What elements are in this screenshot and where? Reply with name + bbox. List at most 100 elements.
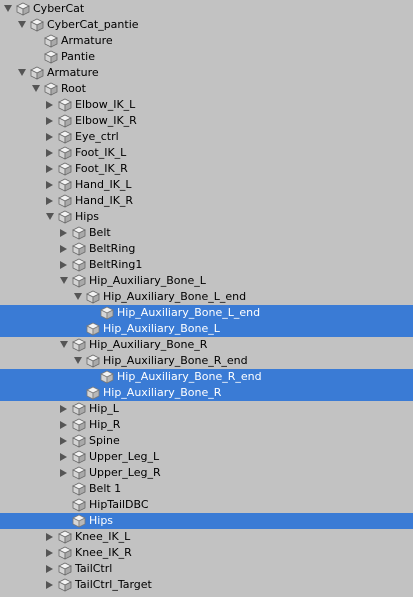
- chevron-down-icon[interactable]: [4, 5, 12, 12]
- chevron-right-icon[interactable]: [60, 469, 67, 477]
- tree-row[interactable]: TailCtrl: [0, 561, 413, 577]
- chevron-right-icon[interactable]: [46, 549, 53, 557]
- chevron-down-icon[interactable]: [60, 341, 68, 348]
- chevron-right-icon[interactable]: [60, 453, 67, 461]
- tree-row[interactable]: Belt 1: [0, 481, 413, 497]
- tree-row[interactable]: Hip_Auxiliary_Bone_L_end: [0, 289, 413, 305]
- tree-row[interactable]: Knee_IK_R: [0, 545, 413, 561]
- chevron-right-icon[interactable]: [46, 565, 53, 573]
- cube-icon: [44, 50, 58, 64]
- cube-icon: [100, 370, 114, 384]
- tree-row-label: BeltRing: [89, 242, 136, 255]
- chevron-right-icon[interactable]: [46, 149, 53, 157]
- chevron-right-icon[interactable]: [46, 101, 53, 109]
- cube-icon: [58, 146, 72, 160]
- cube-icon: [72, 466, 86, 480]
- chevron-down-icon[interactable]: [46, 213, 54, 220]
- tree-row[interactable]: TailCtrl_Target: [0, 577, 413, 593]
- tree-row[interactable]: Hip_Auxiliary_Bone_R_end: [0, 369, 413, 385]
- tree-row[interactable]: Hip_Auxiliary_Bone_R: [0, 385, 413, 401]
- chevron-down-icon[interactable]: [18, 21, 26, 28]
- chevron-right-icon[interactable]: [60, 405, 67, 413]
- tree-row[interactable]: Foot_IK_R: [0, 161, 413, 177]
- tree-row-label: Upper_Leg_L: [89, 450, 160, 463]
- tree-row[interactable]: Hips: [0, 513, 413, 529]
- tree-row-label: TailCtrl: [75, 562, 113, 575]
- tree-row[interactable]: Root: [0, 81, 413, 97]
- chevron-down-icon[interactable]: [74, 293, 82, 300]
- cube-icon: [72, 242, 86, 256]
- tree-row[interactable]: Eye_ctrl: [0, 129, 413, 145]
- tree-row[interactable]: BeltRing: [0, 241, 413, 257]
- tree-row[interactable]: Armature: [0, 33, 413, 49]
- tree-row-label: Hip_Auxiliary_Bone_L_end: [117, 306, 261, 319]
- tree-row[interactable]: Upper_Leg_L: [0, 449, 413, 465]
- chevron-right-icon[interactable]: [60, 229, 67, 237]
- chevron-right-icon[interactable]: [60, 245, 67, 253]
- chevron-down-icon[interactable]: [74, 357, 82, 364]
- tree-row-label: Elbow_IK_L: [75, 98, 136, 111]
- cube-icon: [72, 226, 86, 240]
- tree-row[interactable]: Hip_Auxiliary_Bone_L: [0, 273, 413, 289]
- cube-icon: [58, 98, 72, 112]
- tree-row[interactable]: Elbow_IK_L: [0, 97, 413, 113]
- cube-icon: [86, 354, 100, 368]
- chevron-right-icon[interactable]: [60, 261, 67, 269]
- cube-icon: [30, 18, 44, 32]
- tree-row[interactable]: Hip_R: [0, 417, 413, 433]
- tree-row[interactable]: Pantie: [0, 49, 413, 65]
- tree-row[interactable]: Armature: [0, 65, 413, 81]
- tree-row-label: Armature: [47, 66, 99, 79]
- tree-row-label: Eye_ctrl: [75, 130, 119, 143]
- tree-row[interactable]: CyberCat: [0, 1, 413, 17]
- chevron-right-icon[interactable]: [46, 181, 53, 189]
- chevron-right-icon[interactable]: [46, 133, 53, 141]
- tree-row-label: Belt: [89, 226, 111, 239]
- tree-row[interactable]: Hip_Auxiliary_Bone_R_end: [0, 353, 413, 369]
- chevron-down-icon[interactable]: [60, 277, 68, 284]
- tree-row[interactable]: Upper_Leg_R: [0, 465, 413, 481]
- tree-row[interactable]: Hand_IK_R: [0, 193, 413, 209]
- tree-row[interactable]: Hip_Auxiliary_Bone_L_end: [0, 305, 413, 321]
- tree-row[interactable]: Hip_Auxiliary_Bone_L: [0, 321, 413, 337]
- tree-row[interactable]: Spine: [0, 433, 413, 449]
- chevron-down-icon[interactable]: [18, 69, 26, 76]
- cube-icon: [72, 258, 86, 272]
- tree-row-label: Belt 1: [89, 482, 122, 495]
- cube-icon: [58, 114, 72, 128]
- cube-icon: [58, 162, 72, 176]
- tree-row-label: Foot_IK_L: [75, 146, 127, 159]
- tree-row[interactable]: HipTailDBC: [0, 497, 413, 513]
- tree-row[interactable]: Hip_Auxiliary_Bone_R: [0, 337, 413, 353]
- tree-row-label: Hip_Auxiliary_Bone_L: [103, 322, 220, 335]
- tree-row-label: Knee_IK_R: [75, 546, 132, 559]
- cube-icon: [86, 322, 100, 336]
- tree-row-label: Upper_Leg_R: [89, 466, 161, 479]
- cube-icon: [44, 82, 58, 96]
- chevron-right-icon[interactable]: [60, 437, 67, 445]
- chevron-right-icon[interactable]: [46, 117, 53, 125]
- tree-row[interactable]: Hips: [0, 209, 413, 225]
- chevron-right-icon[interactable]: [46, 533, 53, 541]
- tree-row-label: Pantie: [61, 50, 95, 63]
- tree-row[interactable]: BeltRing1: [0, 257, 413, 273]
- tree-row[interactable]: Belt: [0, 225, 413, 241]
- tree-row[interactable]: Elbow_IK_R: [0, 113, 413, 129]
- tree-row[interactable]: Hip_L: [0, 401, 413, 417]
- tree-row[interactable]: CyberCat_pantie: [0, 17, 413, 33]
- chevron-down-icon[interactable]: [32, 85, 40, 92]
- tree-row[interactable]: Foot_IK_L: [0, 145, 413, 161]
- chevron-right-icon[interactable]: [46, 197, 53, 205]
- cube-icon: [72, 450, 86, 464]
- chevron-right-icon[interactable]: [60, 421, 67, 429]
- tree-row[interactable]: Knee_IK_L: [0, 529, 413, 545]
- cube-icon: [86, 290, 100, 304]
- cube-icon: [58, 178, 72, 192]
- cube-icon: [72, 498, 86, 512]
- chevron-right-icon[interactable]: [46, 581, 53, 589]
- chevron-right-icon[interactable]: [46, 165, 53, 173]
- tree-row-label: Hip_L: [89, 402, 119, 415]
- cube-icon: [72, 482, 86, 496]
- tree-row[interactable]: Hand_IK_L: [0, 177, 413, 193]
- cube-icon: [16, 2, 30, 16]
